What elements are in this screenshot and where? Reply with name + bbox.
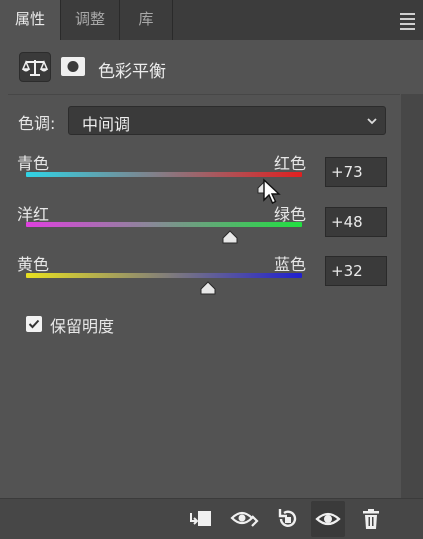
tab-properties[interactable]: 属性 [0,0,61,40]
view-previous-state-icon[interactable] [230,507,260,531]
slider-red-label: 红色 [274,154,307,173]
adjustment-title: 色彩平衡 [98,62,166,82]
chevron-down-icon [366,113,378,132]
reset-icon[interactable] [275,507,301,531]
magenta-green-value-field[interactable]: +48 [325,207,387,237]
preserve-luminosity-label: 保留明度 [50,317,115,336]
yellow-blue-track[interactable] [26,273,302,278]
cyan-red-track[interactable] [26,172,302,177]
cyan-red-value-field[interactable]: +73 [325,157,387,187]
yellow-blue-slider-handle[interactable] [198,280,218,295]
tone-value: 中间调 [82,115,131,134]
magenta-green-track[interactable] [26,222,302,227]
scrollbar[interactable] [401,94,423,498]
tab-libraries[interactable]: 库 [120,0,173,40]
preserve-luminosity-checkbox[interactable] [26,316,42,332]
slider-blue-label: 蓝色 [274,255,307,274]
slider-cyan-label: 青色 [17,154,50,173]
tone-label: 色调: [18,114,56,133]
bottom-toolbar [0,498,423,539]
panel-menu-icon[interactable] [400,13,415,33]
trash-icon[interactable] [358,507,384,531]
mouse-cursor-icon [262,178,282,210]
yellow-blue-value-field[interactable]: +32 [325,256,387,286]
visibility-eye-icon[interactable] [315,507,341,531]
tab-adjustments[interactable]: 调整 [61,0,120,40]
slider-yellow-label: 黄色 [17,255,50,274]
magenta-green-slider-handle[interactable] [220,229,240,244]
divider [8,94,400,95]
balance-scale-icon[interactable] [19,52,51,82]
panel-tab-bar: 属性 调整 库 [0,0,423,40]
tone-select[interactable]: 中间调 [68,106,386,135]
mask-icon[interactable] [58,52,90,82]
clip-to-layer-icon[interactable] [187,507,213,531]
